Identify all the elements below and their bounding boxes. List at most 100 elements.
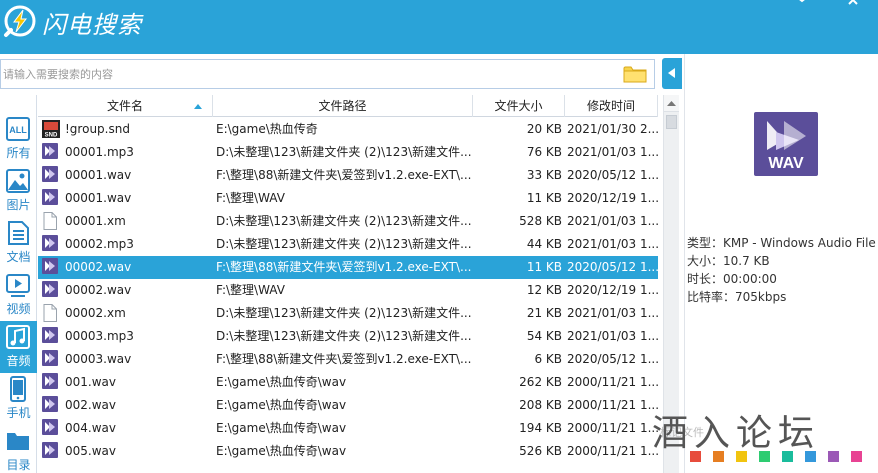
column-header-size[interactable]: 文件大小 — [473, 95, 565, 117]
modified-time-cell: 2020/12/19 1... — [567, 191, 658, 205]
app-window: 闪电搜索 ALL 所有 — [0, 0, 878, 473]
modified-time-cell: 2020/12/19 1... — [567, 283, 658, 297]
table-row[interactable]: 00001.xm D:\未整理\123\新建文件夹 (2)\123\新建文件...… — [38, 210, 658, 233]
file-path-cell: F:\整理\88\新建文件夹\爱签到v1.2.exe-EXT\... — [216, 260, 472, 274]
chevron-up-icon — [667, 101, 676, 106]
scroll-up-button[interactable] — [664, 95, 679, 112]
modified-time-cell: 2021/01/03 1... — [567, 145, 658, 159]
media-file-icon — [42, 371, 60, 394]
file-size-cell: 526 KB — [519, 444, 562, 458]
file-size-cell: 11 KB — [526, 260, 562, 274]
table-row[interactable]: 00002.wav F:\整理\88\新建文件夹\爱签到v1.2.exe-EXT\… — [38, 256, 658, 279]
chevron-left-icon — [668, 68, 675, 78]
file-size-cell: 33 KB — [526, 168, 562, 182]
table-row[interactable]: 00001.mp3 D:\未整理\123\新建文件夹 (2)\123\新建文件..… — [38, 141, 658, 164]
file-path-cell: F:\整理\88\新建文件夹\爱签到v1.2.exe-EXT\... — [216, 168, 472, 182]
file-name-cell: 00001.wav — [65, 191, 132, 205]
media-file-icon — [42, 394, 60, 417]
category-sidebar: ALL 所有 图片 文档 视频 音频 手机 目录 — [0, 95, 37, 473]
file-name-cell: 00003.mp3 — [65, 329, 134, 343]
category-audio[interactable]: 音频 — [0, 321, 37, 373]
folder-icon — [7, 433, 29, 450]
blank-file-icon — [42, 210, 60, 233]
minimize-icon[interactable] — [795, 0, 809, 8]
file-name-cell: 002.wav — [65, 398, 116, 412]
preview-badge-text: WAV — [768, 155, 804, 172]
table-row[interactable]: 00003.mp3 D:\未整理\123\新建文件夹 (2)\123\新建文件..… — [38, 325, 658, 348]
watermark-dot — [805, 451, 816, 462]
file-size-cell: 208 KB — [519, 398, 562, 412]
file-path-cell: F:\整理\88\新建文件夹\爱签到v1.2.exe-EXT\... — [216, 352, 472, 366]
category-label: 音频 — [6, 354, 31, 368]
table-row[interactable]: SND !group.snd E:\game\热血传奇 20 KB 2021/01/30… — [38, 118, 658, 141]
table-header: 文件名 文件路径 文件大小 修改时间 — [38, 95, 658, 117]
document-icon — [8, 221, 29, 245]
category-documents[interactable]: 文档 — [0, 217, 37, 269]
file-name-cell: 00001.xm — [65, 214, 126, 228]
category-phone[interactable]: 手机 — [0, 373, 37, 425]
file-name-cell: 004.wav — [65, 421, 116, 435]
column-header-name[interactable]: 文件名 — [38, 95, 213, 117]
svg-text:ALL: ALL — [9, 125, 27, 135]
preview-type: 类型：KMP - Windows Audio File — [687, 236, 876, 250]
file-name-cell: 001.wav — [65, 375, 116, 389]
category-folders[interactable]: 目录 — [0, 425, 37, 473]
preview-size: 大小：10.7 KB — [687, 254, 770, 268]
category-label: 目录 — [6, 458, 31, 472]
table-row[interactable]: 00002.wav F:\整理\WAV 12 KB 2020/12/19 1... — [38, 279, 658, 302]
file-size-cell: 528 KB — [519, 214, 562, 228]
file-name-cell: 00001.wav — [65, 168, 132, 182]
watermark-dot — [713, 451, 724, 462]
category-label: 图片 — [6, 198, 31, 212]
table-row[interactable]: 00001.wav F:\整理\88\新建文件夹\爱签到v1.2.exe-EXT\… — [38, 164, 658, 187]
category-label: 手机 — [6, 406, 31, 420]
modified-time-cell: 2021/01/03 1... — [567, 329, 658, 343]
search-box — [0, 59, 655, 89]
modified-time-cell: 2020/05/12 1... — [567, 168, 658, 182]
sort-asc-icon — [194, 104, 202, 109]
modified-time-cell: 2020/05/12 1... — [567, 260, 658, 274]
close-icon[interactable] — [846, 0, 860, 8]
watermark-dot — [736, 451, 747, 462]
media-file-icon — [42, 279, 60, 302]
modified-time-cell: 2020/05/12 1... — [567, 352, 658, 366]
media-file-icon — [42, 325, 60, 348]
table-row[interactable]: 004.wav E:\game\热血传奇\wav 194 KB 2000/11/21 … — [38, 417, 658, 440]
table-row[interactable]: 00003.wav F:\整理\88\新建文件夹\爱签到v1.2.exe-EXT\… — [38, 348, 658, 371]
file-size-cell: 44 KB — [526, 237, 562, 251]
table-row[interactable]: 00002.mp3 D:\未整理\123\新建文件夹 (2)\123\新建文件..… — [38, 233, 658, 256]
category-videos[interactable]: 视频 — [0, 269, 37, 321]
column-header-path[interactable]: 文件路径 — [213, 95, 473, 117]
table-row[interactable]: 001.wav E:\game\热血传奇\wav 262 KB 2000/11/21 … — [38, 371, 658, 394]
preview-bitrate: 比特率：705kbps — [687, 290, 787, 304]
scroll-thumb[interactable] — [666, 115, 677, 129]
file-path-cell: E:\game\热血传奇\wav — [216, 375, 347, 389]
table-row[interactable]: 00002.xm D:\未整理\123\新建文件夹 (2)\123\新建文件...… — [38, 302, 658, 325]
watermark-dot — [782, 451, 793, 462]
video-icon — [6, 274, 30, 297]
file-path-cell: F:\整理\WAV — [216, 283, 285, 297]
file-size-cell: 262 KB — [519, 375, 562, 389]
media-file-icon — [42, 417, 60, 440]
snd-file-icon: SND — [42, 118, 60, 141]
wav-file-preview-icon: WAV — [754, 112, 818, 176]
file-path-cell: D:\未整理\123\新建文件夹 (2)\123\新建文件... — [216, 145, 472, 159]
table-row[interactable]: 005.wav E:\game\热血传奇\wav 526 KB 2000/11/21 … — [38, 440, 658, 463]
phone-icon — [10, 376, 26, 402]
media-file-icon — [42, 141, 60, 164]
column-header-time[interactable]: 修改时间 — [565, 95, 658, 117]
collapse-panel-button[interactable] — [662, 58, 682, 89]
file-path-cell: E:\game\热血传奇\wav — [216, 421, 347, 435]
table-row[interactable]: 00001.wav F:\整理\WAV 11 KB 2020/12/19 1... — [38, 187, 658, 210]
category-all[interactable]: ALL 所有 — [0, 113, 37, 165]
lightning-logo-icon — [4, 5, 36, 37]
audio-icon — [6, 325, 30, 349]
table-row[interactable]: 002.wav E:\game\热血传奇\wav 208 KB 2000/11/21 … — [38, 394, 658, 417]
category-images[interactable]: 图片 — [0, 165, 37, 217]
file-name-cell: 005.wav — [65, 444, 116, 458]
file-table: 文件名 文件路径 文件大小 修改时间 SND !group.snd E:\game\… — [38, 95, 658, 473]
modified-time-cell: 2021/01/30 2... — [567, 122, 658, 136]
search-input[interactable] — [1, 60, 611, 88]
file-path-cell: E:\game\热血传奇\wav — [216, 444, 347, 458]
folder-browse-icon[interactable] — [623, 65, 647, 84]
